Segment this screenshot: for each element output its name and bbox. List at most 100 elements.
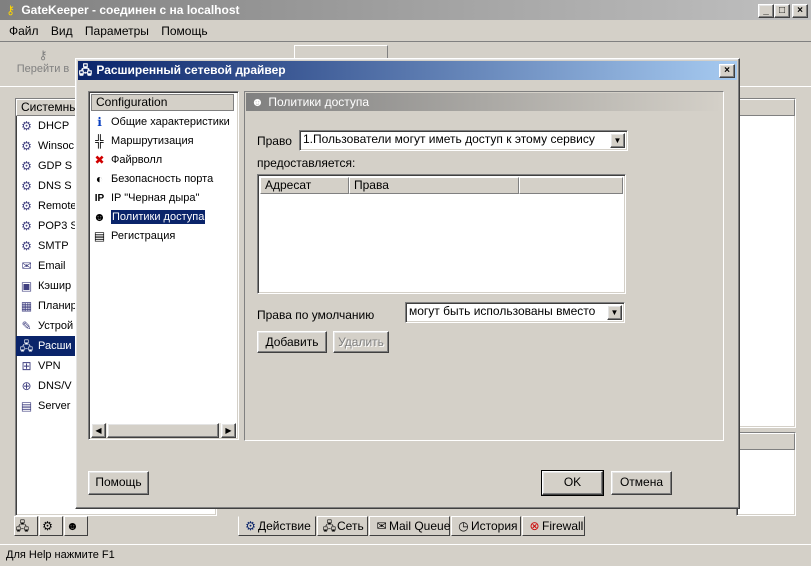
network-driver-title-icon: 🖧 [78,63,93,78]
cache-icon: ▣ [20,278,33,293]
config-tree-item-label: Общие характеристики [111,116,230,128]
left-panel-item-label: Кэшир [38,280,72,292]
tab-mail-queue[interactable]: ✉ Mail Queue [369,516,450,536]
config-tree-item-label: Безопасность порта [111,173,214,185]
config-tree-item[interactable]: ✖ Файрволл [89,151,238,170]
chevron-down-icon[interactable]: ▼ [610,133,625,148]
help-button[interactable]: Помощь [88,471,149,495]
tab-firewall-label: Firewall [542,519,584,533]
status-bar: Для Help нажмите F1 [0,544,811,566]
registration-icon: ▤ [93,228,106,243]
toolbar-go-label: Перейти в [16,63,70,75]
key-icon: ⚷ [6,3,15,18]
services-tab-icon: ⚙ [42,519,53,534]
close-button[interactable]: × [792,4,808,18]
config-tree-item-label: Файрволл [111,154,163,166]
config-tree-item[interactable]: ☻ Политики доступа [89,208,238,227]
column-header-empty[interactable] [519,177,623,194]
right-select-value: 1.Пользователи могут иметь доступ к этом… [303,132,595,146]
dialog-window: 🖧 Расширенный сетевой драйвер × Configur… [75,58,740,509]
left-tab-services[interactable]: ⚙ [39,516,63,536]
toolbar-go-button[interactable]: ⚷ Перейти в [8,48,78,84]
scroll-left-arrow[interactable]: ◀ [91,423,106,438]
email-icon: ✉ [21,258,32,273]
right-panel-header[interactable] [737,99,795,116]
tab-mail-queue-label: Mail Queue [389,519,451,533]
left-panel-item-label: Устрой [38,320,74,332]
mail-icon: ✉ [376,519,387,534]
default-rights-value: могут быть использованы вместо [409,304,596,318]
left-tab-users[interactable]: ☻ [64,516,88,536]
config-tree-item-label: Маршрутизация [111,135,194,147]
chevron-down-icon[interactable]: ▼ [607,305,622,320]
gdp-icon: ⚙ [21,158,32,173]
config-tree-item[interactable]: IP IP "Черная дыра" [89,189,238,208]
info-icon: ℹ [97,114,102,129]
menu-parameters[interactable]: Параметры [85,24,149,38]
config-tree-item[interactable]: ◐ Безопасность порта [89,170,238,189]
tab-action[interactable]: ⚙ Действие [238,516,316,536]
key-tool-icon: ⚷ [38,48,48,62]
left-panel-item-label: Email [38,260,66,272]
maximize-button[interactable]: □ [774,4,790,18]
winsock-icon: ⚙ [21,138,32,153]
left-panel-item-label: Планир [38,300,77,312]
smtp-icon: ⚙ [21,238,32,253]
main-title-bar: ⚷ GateKeeper - соединен с на localhost [0,0,811,20]
firewall-tab-icon: ⊗ [529,519,540,534]
right-panel-bottom-header[interactable] [737,433,795,450]
devices-icon: ✎ [21,318,32,333]
right-label: Право [257,134,292,148]
access-policy-header-icon: ☻ [251,95,264,110]
menu-bar: Файл Вид Параметры Помощь [9,24,217,38]
scroll-thumb[interactable] [107,423,219,438]
vpn-icon: ⊞ [21,358,32,373]
menu-file[interactable]: Файл [9,24,39,38]
delete-button[interactable]: Удалить [333,331,389,353]
dns-icon: ⚙ [21,178,32,193]
scroll-right-arrow[interactable]: ▶ [221,423,236,438]
config-tree-header: Configuration [91,94,234,111]
left-tab-servers[interactable]: 🖧 [14,516,38,536]
tree-h-scrollbar[interactable]: ◀ ▶ [91,423,236,438]
right-panel-bottom [736,432,796,516]
left-panel-item-label: SMTP [38,240,69,252]
menu-view[interactable]: Вид [51,24,73,38]
left-panel-item-label: Winsoc [38,140,75,152]
left-panel-item-label: GDP S [38,160,73,172]
dialog-close-button[interactable]: × [719,64,735,78]
config-tree: Configuration ℹ Общие характеристики ╬ Марш… [88,91,239,440]
right-select[interactable]: 1.Пользователи могут иметь доступ к этом… [299,130,628,151]
column-header-addressee[interactable]: Адресат [260,177,349,194]
left-panel-item-label: DNS/V [38,380,72,392]
routing-icon: ╬ [95,133,104,148]
tab-network[interactable]: 🖧Сеть [317,516,368,536]
policy-panel-header: ☻ Политики доступа [246,93,722,111]
menu-help[interactable]: Помощь [161,24,207,38]
default-rights-select[interactable]: могут быть использованы вместо ▼ [405,302,625,323]
column-header-rights[interactable]: Права [349,177,519,194]
remote-icon: ⚙ [21,198,32,213]
status-text: Для Help нажмите F1 [6,549,115,561]
cancel-button[interactable]: Отмена [611,471,672,495]
tab-history[interactable]: ◷ История [451,516,521,536]
policy-table: Адресат Права [257,174,626,294]
dhcp-icon: ⚙ [21,118,32,133]
config-tree-item[interactable]: ╬ Маршрутизация [89,132,238,151]
left-view-tabs: 🖧 ⚙ ☻ [14,516,92,538]
network-icon: 🖧 [322,519,337,534]
tab-action-label: Действие [258,519,311,533]
tab-history-label: История [471,519,518,533]
config-tree-item[interactable]: ℹ Общие характеристики [89,113,238,132]
config-tree-item[interactable]: ▤ Регистрация [89,227,238,246]
left-panel-item-label: POP3 S [38,220,78,232]
tab-firewall[interactable]: ⊗ Firewall [522,516,585,536]
minimize-button[interactable]: _ [758,4,774,18]
firewall-icon: ✖ [94,152,105,167]
action-icon: ⚙ [245,519,256,534]
add-button[interactable]: Добавить [257,331,327,353]
ok-button[interactable]: OK [541,470,604,496]
default-rights-label: Права по умолчанию [257,308,375,322]
dialog-title-bar: 🖧 Расширенный сетевой драйвер [78,61,737,80]
bottom-tabs: ⚙ Действие 🖧Сеть ✉ Mail Queue ◷ История ⊗ Fi… [238,516,798,538]
